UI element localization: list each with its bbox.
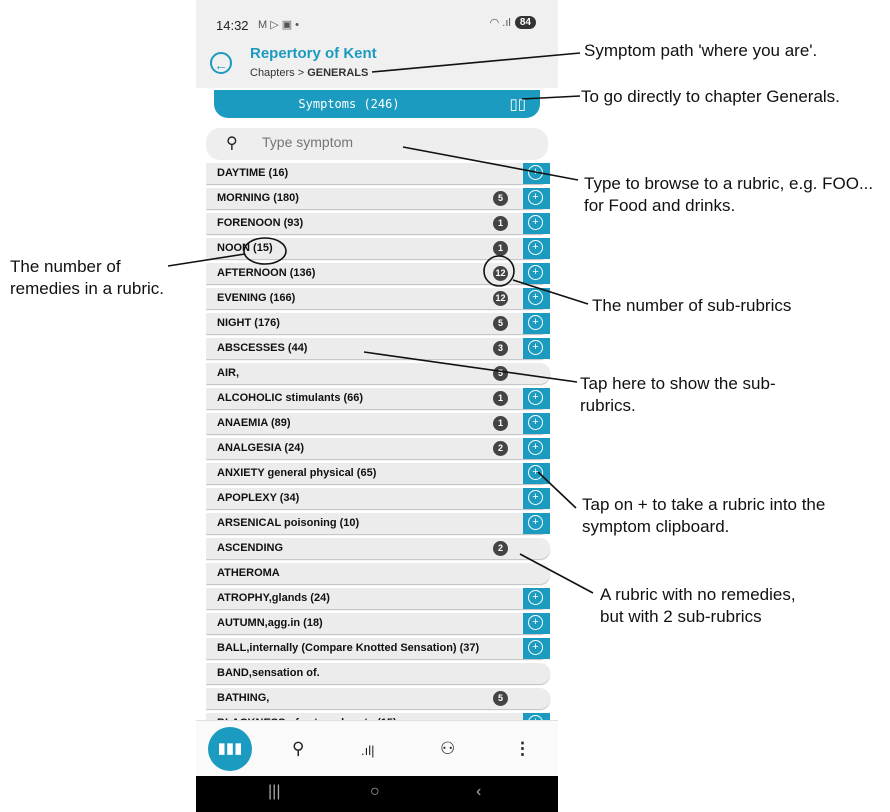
circle-remedies <box>243 237 287 265</box>
arrow-remedies <box>167 253 246 267</box>
arrow-no-remedies <box>519 553 594 594</box>
arrow-tap-plus <box>537 471 577 509</box>
arrow-type <box>402 146 579 181</box>
arrow-subrubrics <box>512 279 589 305</box>
arrow-tap-show <box>363 351 578 383</box>
circle-subrubrics <box>483 255 515 287</box>
arrow-path <box>371 52 581 73</box>
annotation-arrows <box>167 52 594 594</box>
arrow-chapter <box>521 95 581 100</box>
